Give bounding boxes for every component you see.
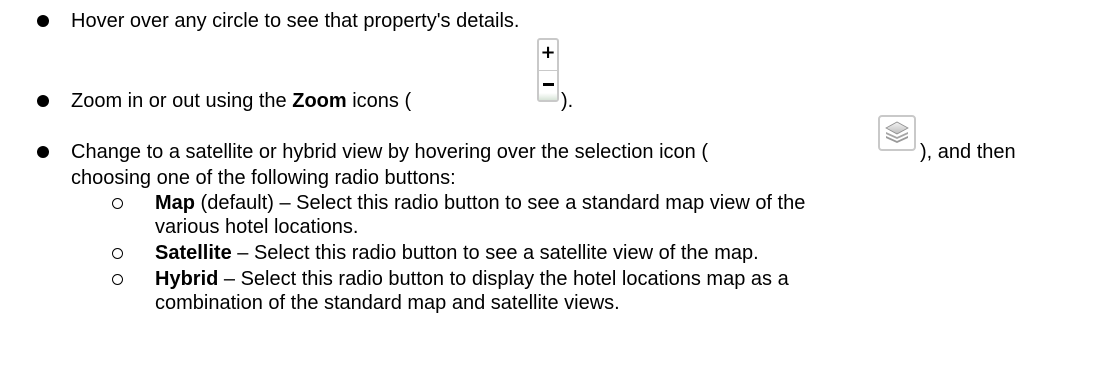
hover-instruction: Hover over any circle to see that proper… xyxy=(71,10,520,32)
option-hybrid-line2: combination of the standard map and sate… xyxy=(155,292,620,314)
zoom-instruction: Zoom in or out using the Zoom icons ( xyxy=(71,89,411,113)
bullet-marker xyxy=(37,146,49,158)
option-hybrid-name: Hybrid xyxy=(155,268,219,290)
zoom-bold-term: Zoom xyxy=(292,90,347,112)
layers-instruction-after: ), and then xyxy=(920,141,1016,163)
option-satellite-line1: Satellite – Select this radio button to … xyxy=(155,241,759,265)
zoom-text-middle: icons ( xyxy=(346,90,412,112)
layers-instruction-line2: choosing one of the following radio butt… xyxy=(71,167,456,189)
sub-bullet-marker xyxy=(112,274,123,285)
zoom-plus-icon: + xyxy=(540,42,556,63)
zoom-divider xyxy=(539,70,557,71)
bullet-marker xyxy=(37,15,49,27)
sub-bullet-marker xyxy=(112,248,123,259)
option-map-description: (default) – Select this radio button to … xyxy=(195,192,806,214)
zoom-text-after: ). xyxy=(561,90,574,112)
zoom-icon-shade xyxy=(539,93,557,100)
zoom-minus-icon xyxy=(543,83,554,86)
zoom-text-before: Zoom in or out using the xyxy=(71,90,293,112)
sub-bullet-marker xyxy=(112,198,123,209)
option-map-line1: Map (default) – Select this radio button… xyxy=(155,191,805,215)
option-hybrid-description: – Select this radio button to display th… xyxy=(218,268,789,290)
bullet-marker xyxy=(37,95,49,107)
layers-stack-icon xyxy=(885,121,909,143)
option-map-name: Map xyxy=(155,192,195,214)
zoom-control-icon: + xyxy=(537,38,559,102)
option-satellite-name: Satellite xyxy=(155,242,232,264)
layers-instruction-line1: Change to a satellite or hybrid view by … xyxy=(71,141,709,163)
option-satellite-description: – Select this radio button to see a sate… xyxy=(231,242,759,264)
option-hybrid-line1: Hybrid – Select this radio button to dis… xyxy=(155,267,789,291)
option-map-line2: various hotel locations. xyxy=(155,216,359,238)
layers-icon xyxy=(878,115,916,151)
